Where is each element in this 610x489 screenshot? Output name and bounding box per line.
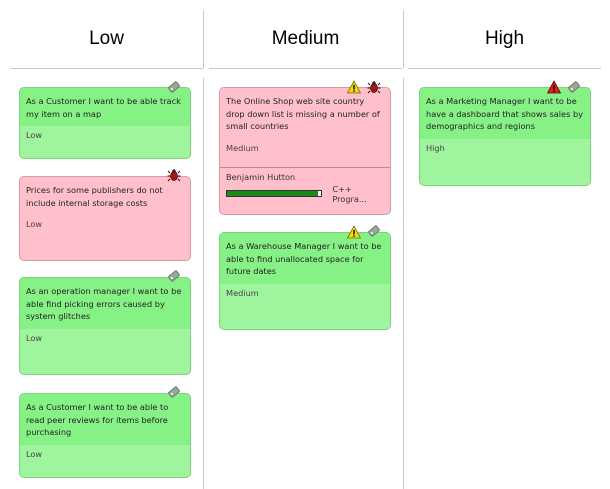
tag-icon	[368, 225, 380, 237]
kanban-card-low-3[interactable]: As an operation manager I want to be abl…	[19, 277, 191, 375]
card-title: The Online Shop web site country drop do…	[220, 88, 390, 139]
card-priority: Low	[26, 219, 43, 229]
kanban-card-medium-1[interactable]: The Online Shop web site country drop do…	[219, 87, 391, 215]
kanban-card-low-1[interactable]: As a Customer I want to be able track my…	[19, 87, 191, 159]
column-header-label: High	[484, 28, 525, 49]
bug-icon	[367, 81, 381, 94]
column-header-high[interactable]: High	[408, 10, 601, 69]
card-title: As a Marketing Manager I want to be have…	[420, 88, 590, 139]
column-header-low[interactable]: Low	[10, 10, 203, 69]
bug-icon	[167, 169, 181, 182]
card-title: As a Customer I want to be able to read …	[20, 394, 190, 445]
column-divider	[203, 10, 204, 68]
kanban-card-high-1[interactable]: As a Marketing Manager I want to be have…	[419, 87, 591, 186]
card-priority: Low	[26, 448, 43, 459]
tag-icon	[568, 81, 580, 93]
card-title: As a Customer I want to be able track my…	[20, 88, 190, 126]
tag-icon	[168, 81, 180, 93]
column-header-label: Medium	[271, 28, 340, 49]
progress-fill	[227, 191, 319, 196]
column-header-medium[interactable]: Medium	[209, 10, 402, 69]
card-title: As an operation manager I want to be abl…	[20, 278, 190, 329]
card-priority: Medium	[226, 142, 259, 153]
column-header-label: Low	[89, 28, 124, 49]
card-title: Prices for some publishers do not includ…	[20, 177, 190, 215]
warning-icon	[347, 225, 361, 239]
card-priority: Low	[26, 332, 43, 343]
column-divider	[403, 78, 404, 489]
tag-icon	[168, 270, 180, 282]
column-divider	[203, 78, 204, 489]
card-language: C++ Progra...	[332, 183, 367, 204]
warning-icon	[347, 80, 361, 94]
card-priority: Low	[26, 130, 43, 140]
card-assignee: Benjamin Hutton	[226, 171, 296, 182]
card-priority: High	[426, 142, 445, 153]
error-warning-icon	[547, 80, 561, 94]
card-title: As a Warehouse Manager I want to be able…	[220, 233, 390, 284]
kanban-card-medium-2[interactable]: As a Warehouse Manager I want to be able…	[219, 232, 391, 330]
kanban-card-low-4[interactable]: As a Customer I want to be able to read …	[19, 393, 191, 478]
kanban-card-low-2[interactable]: Prices for some publishers do not includ…	[19, 176, 191, 261]
card-priority: Medium	[226, 287, 259, 298]
column-divider	[403, 10, 404, 68]
progress-bar	[226, 190, 323, 197]
tag-icon	[168, 386, 180, 398]
